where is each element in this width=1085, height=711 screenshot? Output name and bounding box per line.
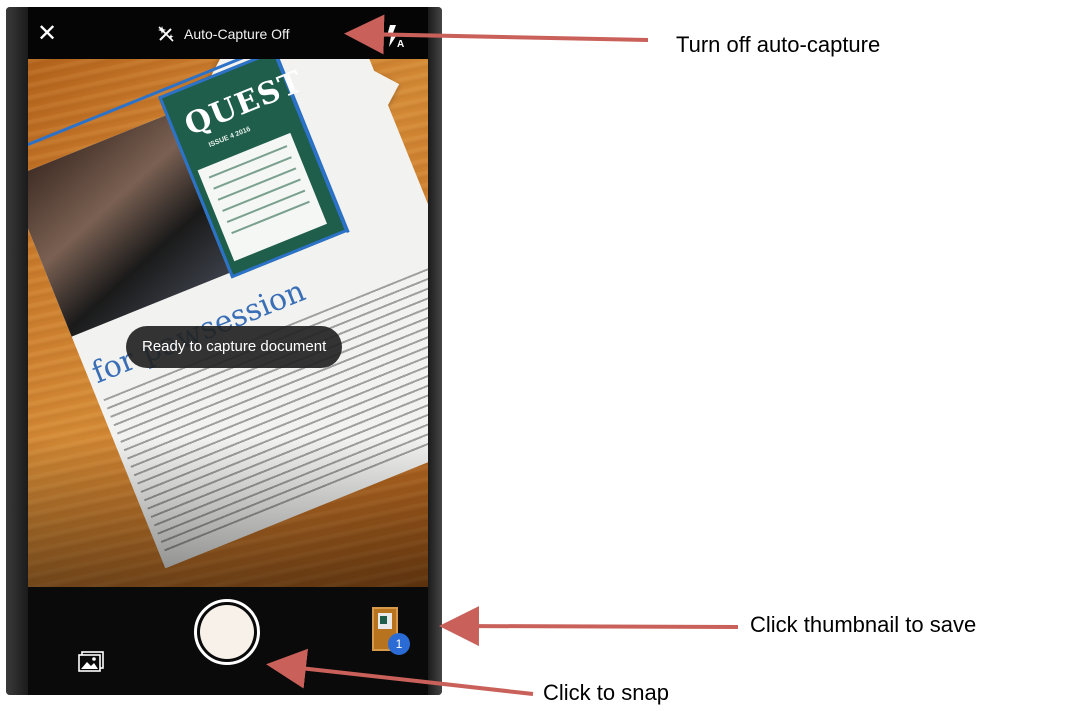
annotation-arrows	[266, 14, 739, 696]
arrow-thumbnail	[439, 606, 739, 647]
annotation-click-thumbnail: Click thumbnail to save	[750, 612, 977, 637]
arrow-auto-capture	[344, 14, 649, 55]
annotation-click-to-snap: Click to snap	[543, 680, 669, 705]
annotation-turn-off-auto-capture: Turn off auto-capture	[676, 32, 881, 57]
arrow-shutter	[266, 648, 534, 696]
